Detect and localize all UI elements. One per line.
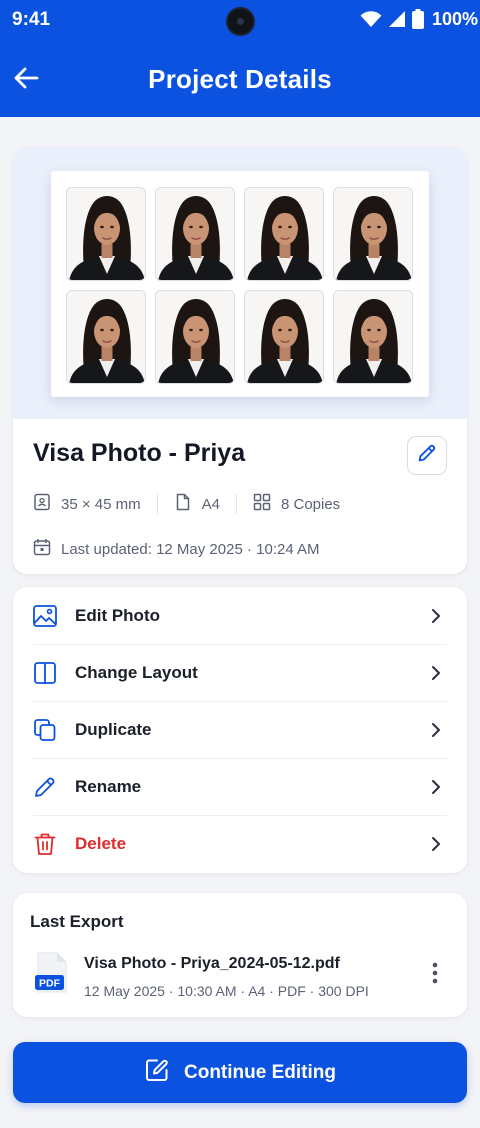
rename-button[interactable]: Rename (13, 758, 467, 816)
edit-square-icon (144, 1057, 170, 1088)
print-preview[interactable] (13, 147, 467, 419)
trash-icon (32, 831, 58, 857)
paper-meta: A4 (174, 493, 220, 515)
edit-photo-button[interactable]: Edit Photo (13, 587, 467, 645)
document-icon (174, 493, 192, 515)
action-label: Delete (75, 834, 127, 853)
passport-photo (244, 187, 324, 281)
chevron-right-icon (427, 777, 445, 797)
chevron-right-icon (427, 663, 445, 683)
photo-size-text: 35 × 45 mm (61, 495, 141, 513)
battery-percentage: 100% (431, 8, 478, 29)
continue-editing-button[interactable]: Continue Editing (13, 1042, 467, 1103)
passport-photo (66, 187, 146, 281)
chevron-right-icon (427, 834, 445, 854)
project-card: Visa Photo - Priya 35 × 45 mm A4 8 Copie… (13, 147, 467, 574)
action-label: Edit Photo (75, 606, 160, 625)
status-bar: 9:41 100% (0, 0, 480, 38)
passport-photo (66, 290, 146, 384)
section-heading: Last Export (30, 912, 124, 931)
copies-text: 8 Copies (280, 495, 341, 513)
last-export-card: Last Export PDF Visa Photo - Priya_2024-… (13, 893, 467, 1017)
passport-photo (244, 290, 324, 384)
print-sheet (51, 171, 429, 397)
divider (235, 494, 237, 514)
export-meta: 12 May 2025 · 10:30 AM · A4 · PDF · 300 … (84, 983, 369, 999)
pencil-icon (416, 442, 438, 469)
more-options-button[interactable] (423, 961, 447, 989)
last-updated-text: Last updated: 12 May 2025 · 10:24 AM (61, 540, 320, 558)
actions-card: Edit Photo Change Layout Duplicate Renam… (13, 587, 467, 873)
battery-icon (411, 9, 424, 29)
action-label: Rename (75, 777, 142, 796)
delete-button[interactable]: Delete (13, 815, 467, 873)
passport-photo (333, 290, 413, 384)
project-meta: 35 × 45 mm A4 8 Copies (33, 493, 340, 515)
pdf-file-icon: PDF (35, 952, 69, 994)
page-title: Project Details (148, 64, 332, 94)
image-icon (32, 603, 58, 629)
status-icons: 100% (360, 8, 478, 30)
calendar-icon (33, 538, 51, 560)
photo-size-meta: 35 × 45 mm (33, 493, 141, 515)
edit-title-button[interactable] (407, 436, 447, 475)
action-label: Duplicate (75, 720, 152, 739)
more-vertical-icon (432, 962, 438, 989)
divider (156, 494, 158, 514)
pdf-badge-label: PDF (39, 978, 61, 990)
grid-icon (253, 493, 271, 515)
passport-photo (155, 290, 235, 384)
chevron-right-icon (427, 606, 445, 626)
wifi-icon (360, 10, 382, 28)
last-updated: Last updated: 12 May 2025 · 10:24 AM (33, 538, 320, 560)
duplicate-icon (32, 717, 58, 743)
status-time: 9:41 (12, 9, 51, 30)
copies-meta: 8 Copies (253, 493, 340, 515)
passport-photo (333, 187, 413, 281)
portrait-size-icon (33, 493, 51, 515)
camera-cutout (226, 7, 255, 36)
change-layout-button[interactable]: Change Layout (13, 644, 467, 702)
action-label: Change Layout (75, 663, 198, 682)
signal-icon (388, 10, 406, 28)
top-bar: 9:41 100% Project Details (0, 0, 480, 117)
passport-photo (155, 187, 235, 281)
project-title: Visa Photo - Priya (33, 439, 246, 467)
duplicate-button[interactable]: Duplicate (13, 701, 467, 759)
layout-columns-icon (32, 660, 58, 686)
chevron-right-icon (427, 720, 445, 740)
continue-editing-label: Continue Editing (184, 1061, 336, 1083)
paper-size-text: A4 (201, 495, 220, 513)
pencil-icon (32, 774, 58, 800)
export-filename: Visa Photo - Priya_2024-05-12.pdf (84, 955, 340, 972)
